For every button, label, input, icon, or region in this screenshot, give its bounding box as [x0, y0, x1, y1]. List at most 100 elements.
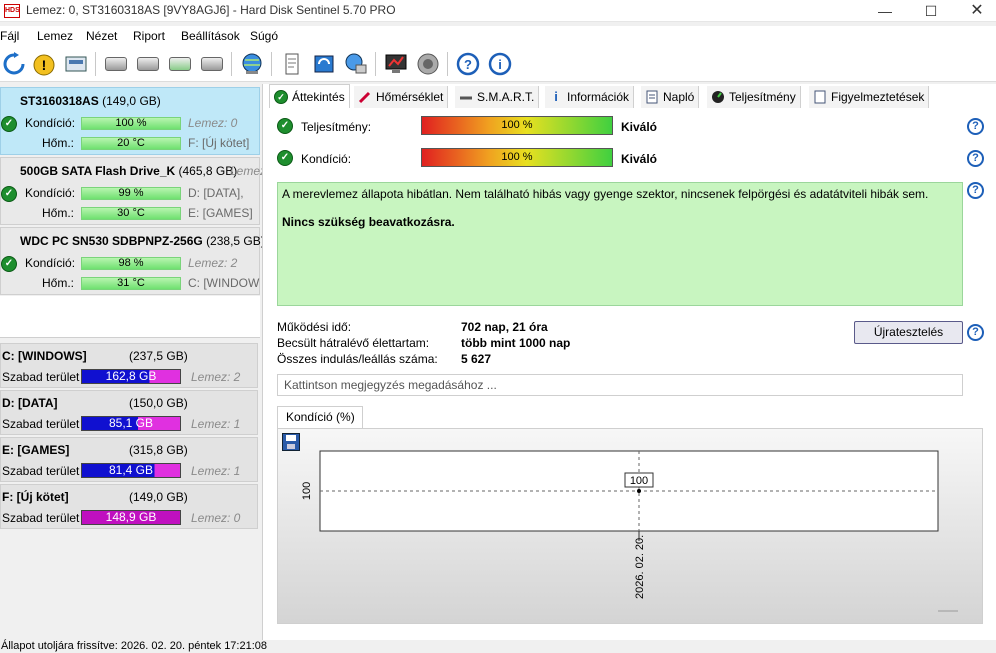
volume-card-f[interactable]: F: [Új kötet] (149,0 GB) Szabad terület … [0, 484, 258, 529]
free-space-bar: 148,9 GB [81, 510, 181, 525]
help-icon[interactable]: ? [967, 182, 984, 199]
menu-file[interactable]: Fájl [0, 29, 19, 43]
disk-info-icon[interactable] [62, 50, 90, 78]
volume-name: D: [DATA] [2, 396, 58, 410]
toolbar-separator [375, 52, 376, 76]
free-space-bar: 162,8 GB [81, 369, 181, 384]
condition-label: Kondíció: [25, 116, 76, 130]
toolbar-separator [95, 52, 96, 76]
status-text: A merevlemez állapota hibátlan. Nem talá… [282, 187, 929, 201]
volume-disk-index: Lemez: 0 [191, 511, 241, 525]
check-icon: ✓ [1, 186, 17, 202]
tab-smart[interactable]: S.M.A.R.T. [455, 86, 540, 108]
close-button[interactable]: ✕ [954, 0, 996, 22]
menu-report[interactable]: Riport [133, 29, 165, 43]
smart-icon [459, 90, 473, 104]
disk-tools-icon[interactable] [198, 50, 226, 78]
maximize-button[interactable]: ☐ [908, 0, 954, 22]
warning-icon[interactable]: ! [30, 50, 58, 78]
alert-doc-icon [813, 90, 827, 104]
volume-name: F: [Új kötet] [2, 490, 69, 504]
tab-performance[interactable]: Teljesítmény [707, 86, 801, 108]
report-icon[interactable] [278, 50, 306, 78]
performance-rating: Kiváló [621, 120, 658, 134]
tab-log[interactable]: Napló [641, 86, 700, 108]
temperature-label: Hőm.: [42, 136, 75, 150]
about-icon[interactable]: i [486, 50, 514, 78]
network-icon[interactable] [342, 50, 370, 78]
title-bar: HDS Lemez: 0, ST3160318AS [9VY8AGJ6] - H… [0, 0, 996, 22]
tab-temperature[interactable]: Hőmérséklet [354, 86, 449, 108]
toolbar-separator [271, 52, 272, 76]
health-chart: 100 100 2026. 02. 20. [301, 450, 958, 612]
monitor-icon[interactable] [382, 50, 410, 78]
menu-disk[interactable]: Lemez [37, 29, 73, 43]
status-bar: Állapot utoljára frissítve: 2026. 02. 20… [0, 640, 996, 653]
speaker-icon[interactable] [414, 50, 442, 78]
volume-card-e[interactable]: E: [GAMES] (315,8 GB) Szabad terület 81,… [0, 437, 258, 482]
retest-button[interactable]: Újratesztelés [854, 321, 963, 344]
help-icon[interactable]: ? [454, 50, 482, 78]
toolbar: ! ? i [0, 46, 996, 82]
condition-label: Kondíció: [25, 256, 76, 270]
remaining-lifetime-value: több mint 1000 nap [461, 336, 571, 350]
performance-bar: 100 % [421, 116, 613, 135]
right-panel: ✓ Áttekintés Hőmérséklet S.M.A.R.T. i Info… [262, 84, 996, 640]
disk-check-icon[interactable] [166, 50, 194, 78]
performance-label: Teljesítmény: [301, 120, 372, 134]
volume-name: C: [WINDOWS] [2, 349, 87, 363]
menu-settings[interactable]: Beállítások [181, 29, 240, 43]
tab-label: S.M.A.R.T. [477, 90, 535, 104]
help-icon[interactable]: ? [967, 118, 984, 135]
menu-help[interactable]: Súgó [250, 29, 278, 43]
tab-alerts[interactable]: Figyelmeztetések [809, 86, 930, 108]
disk-volumes: C: [WINDOWS [188, 276, 260, 290]
left-panel: ST3160318AS (149,0 GB) ✓ Kondíció: 100 %… [0, 84, 266, 640]
disk-volumes: F: [Új kötet] [188, 136, 250, 150]
health-chart-panel: 100 100 2026. 02. 20. [277, 428, 983, 624]
condition-bar: 98 % [81, 257, 181, 270]
check-icon: ✓ [277, 118, 293, 134]
health-label: Kondíció: [301, 152, 352, 166]
tab-label: Figyelmeztetések [831, 90, 925, 104]
temperature-bar: 20 °C [81, 137, 181, 150]
disk-surface-icon[interactable] [134, 50, 162, 78]
tab-overview[interactable]: ✓ Áttekintés [269, 84, 350, 108]
note-input[interactable]: Kattintson megjegyzés megadásához ... [277, 374, 963, 396]
chart-tab-health[interactable]: Kondíció (%) [277, 406, 363, 428]
disk-card-0[interactable]: ST3160318AS (149,0 GB) ✓ Kondíció: 100 %… [0, 87, 260, 155]
condition-label: Kondíció: [25, 186, 76, 200]
help-icon[interactable]: ? [967, 150, 984, 167]
disk-card-2[interactable]: WDC PC SN530 SDBPNPZ-256G (238,5 GB) ✓ K… [0, 227, 265, 295]
tab-label: Napló [663, 90, 695, 104]
disk-test-icon[interactable] [102, 50, 130, 78]
minimize-button[interactable]: — [862, 0, 908, 22]
remaining-lifetime-label: Becsült hátralévő élettartam: [277, 336, 430, 350]
start-stop-count-value: 5 627 [461, 352, 492, 366]
tab-label: Információk [567, 90, 630, 104]
volume-card-d[interactable]: D: [DATA] (150,0 GB) Szabad terület 85,1… [0, 390, 258, 435]
volume-card-c[interactable]: C: [WINDOWS] (237,5 GB) Szabad terület 1… [0, 343, 258, 388]
tab-information[interactable]: i Információk [545, 86, 635, 108]
chart-x-tick-label: 2026. 02. 20. [634, 535, 646, 599]
refresh-icon[interactable] [0, 50, 28, 78]
start-stop-count-label: Összes indulás/leállás száma: [277, 352, 438, 366]
globe-icon[interactable] [238, 50, 266, 78]
temperature-label: Hőm.: [42, 276, 75, 290]
check-icon: ✓ [277, 150, 293, 166]
volume-disk-index: Lemez: 1 [191, 464, 241, 478]
disk-card-1[interactable]: 500GB SATA Flash Drive_K (465,8 GB) Leme… [0, 157, 266, 225]
menu-view[interactable]: Nézet [86, 29, 117, 43]
condition-bar: 99 % [81, 187, 181, 200]
svg-text:?: ? [464, 57, 472, 72]
toolbar-separator [231, 52, 232, 76]
chart-y-tick-label: 100 [301, 482, 313, 500]
volume-size: (150,0 GB) [129, 396, 188, 410]
volume-disk-index: Lemez: 2 [191, 370, 241, 384]
volume-name: E: [GAMES] [2, 443, 70, 457]
check-icon: ✓ [274, 89, 288, 104]
health-rating: Kiváló [621, 152, 658, 166]
sync-icon[interactable] [310, 50, 338, 78]
help-icon[interactable]: ? [967, 324, 984, 341]
free-space-label: Szabad terület [2, 370, 80, 384]
